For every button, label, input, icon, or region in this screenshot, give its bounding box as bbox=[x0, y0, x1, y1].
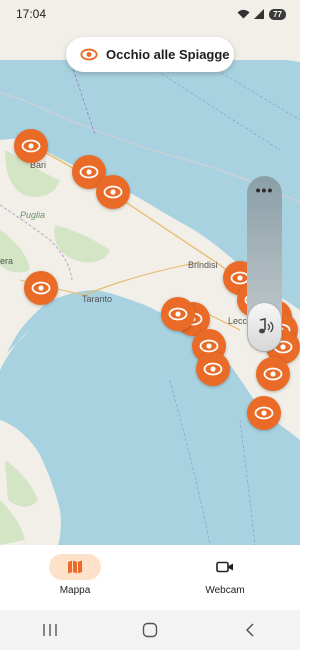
eye-icon bbox=[254, 406, 274, 420]
map-icon bbox=[68, 560, 82, 574]
map-label-brindisi: Brindisi bbox=[188, 260, 218, 270]
beach-marker[interactable] bbox=[14, 129, 48, 163]
app-title-pill[interactable]: Occhio alle Spiagge bbox=[66, 37, 234, 72]
music-note-sound-icon bbox=[258, 318, 273, 334]
battery-icon: 77 bbox=[269, 8, 286, 20]
eye-icon bbox=[80, 48, 98, 61]
beach-marker[interactable] bbox=[24, 271, 58, 305]
status-bar: 17:04 77 bbox=[0, 0, 300, 28]
wifi-icon bbox=[237, 9, 250, 19]
map-label-puglia: Puglia bbox=[20, 210, 46, 220]
home-button[interactable] bbox=[130, 615, 170, 645]
beach-marker[interactable] bbox=[96, 175, 130, 209]
beach-marker[interactable] bbox=[196, 352, 230, 386]
system-navigation-bar bbox=[0, 610, 300, 650]
recent-apps-icon bbox=[43, 624, 57, 636]
back-icon bbox=[245, 623, 254, 637]
eye-icon bbox=[21, 139, 41, 153]
eye-icon bbox=[203, 362, 223, 376]
eye-icon bbox=[31, 281, 51, 295]
nav-label-mappa: Mappa bbox=[59, 585, 91, 596]
back-button[interactable] bbox=[230, 615, 270, 645]
nav-label-webcam: Webcam bbox=[205, 585, 245, 596]
screen: Bari Puglia Brindisi Taranto Lecce era O… bbox=[0, 0, 300, 650]
nav-icon-container bbox=[199, 554, 251, 580]
recent-apps-button[interactable] bbox=[30, 615, 70, 645]
beach-marker[interactable] bbox=[161, 297, 195, 331]
nav-active-indicator bbox=[49, 554, 101, 580]
side-control-panel[interactable]: ••• bbox=[247, 176, 282, 352]
beach-marker[interactable] bbox=[256, 357, 290, 391]
status-time: 17:04 bbox=[16, 7, 47, 21]
home-icon bbox=[142, 622, 158, 638]
eye-icon bbox=[103, 185, 123, 199]
app-title: Occhio alle Spiagge bbox=[106, 47, 230, 62]
nav-item-webcam[interactable]: Webcam bbox=[170, 554, 280, 596]
sea-border-5 bbox=[239, 419, 256, 545]
more-dots-icon[interactable]: ••• bbox=[247, 182, 282, 198]
eye-icon bbox=[263, 367, 283, 381]
sea-border-4 bbox=[169, 379, 211, 545]
eye-icon bbox=[79, 165, 99, 179]
eye-icon bbox=[168, 307, 188, 321]
map-label-taranto: Taranto bbox=[82, 294, 113, 304]
audio-toggle-button[interactable] bbox=[248, 303, 281, 351]
signal-icon bbox=[254, 9, 265, 19]
beach-marker[interactable] bbox=[247, 396, 281, 430]
video-camera-icon bbox=[216, 561, 233, 573]
map-view[interactable]: Bari Puglia Brindisi Taranto Lecce era O… bbox=[0, 0, 300, 545]
eye-icon bbox=[199, 339, 219, 353]
nav-item-mappa[interactable]: Mappa bbox=[20, 554, 130, 596]
map-label-era: era bbox=[0, 256, 14, 266]
bottom-navigation: Mappa Webcam bbox=[0, 545, 300, 610]
status-icons: 77 bbox=[237, 8, 286, 20]
